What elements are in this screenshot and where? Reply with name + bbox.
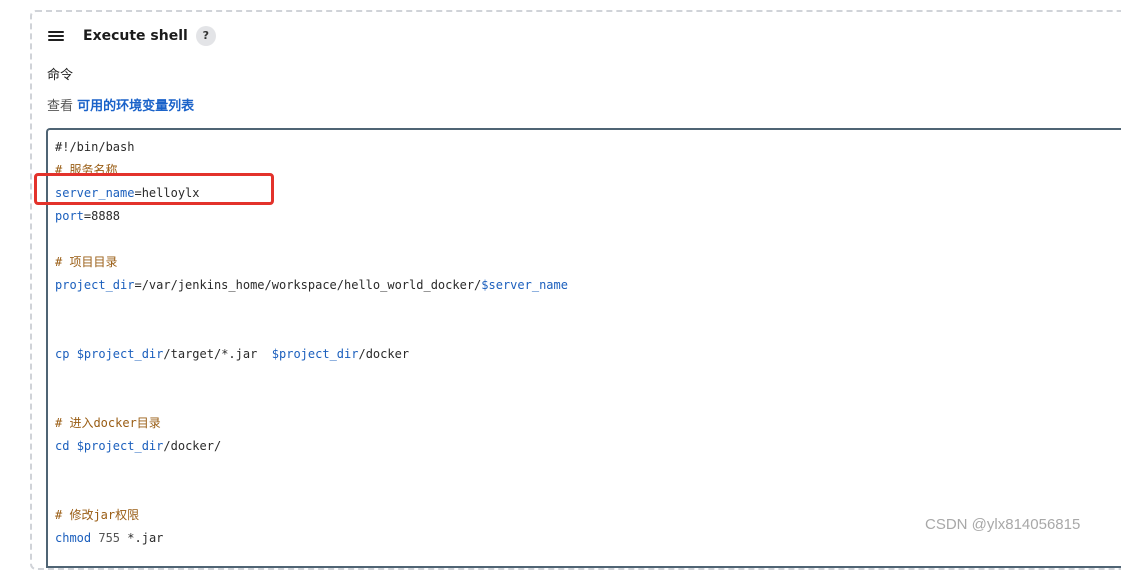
highlight-box	[34, 173, 274, 205]
code-line: # 修改jar权限	[55, 507, 568, 530]
code-token: port	[55, 209, 84, 223]
env-vars-link[interactable]: 可用的环境变量列表	[77, 99, 194, 114]
code-token: =/var/jenkins_home/workspace/hello_world…	[134, 278, 482, 292]
code-token: /target/*.jar	[163, 347, 272, 361]
code-token: project_dir	[55, 278, 135, 292]
env-vars-row: 查看 可用的环境变量列表	[47, 95, 194, 114]
code-token: #!/bin/bash	[55, 140, 135, 154]
code-token: $project_dir	[76, 347, 164, 361]
code-token: $project_dir	[76, 439, 164, 453]
code-line: chmod 755 *.jar	[55, 530, 568, 553]
env-vars-prefix: 查看	[47, 99, 74, 114]
code-token: chmod	[55, 531, 99, 545]
code-token: $server_name	[481, 278, 568, 292]
code-token: # 项目目录	[55, 255, 118, 269]
code-line: port=8888	[55, 208, 568, 231]
code-line: #!/bin/bash	[55, 139, 568, 162]
drag-handle-icon[interactable]	[48, 30, 64, 42]
step-header: Execute shell ?	[48, 24, 216, 48]
command-label: 命令	[47, 68, 74, 83]
code-token: 755	[98, 531, 121, 545]
code-line: cd $project_dir/docker/	[55, 438, 568, 461]
code-token: # 进入docker目录	[55, 416, 161, 430]
watermark: CSDN @ylx814056815	[925, 516, 1081, 533]
code-token: cd	[55, 439, 77, 453]
code-line: # 项目目录	[55, 254, 568, 277]
step-title: Execute shell	[83, 28, 188, 44]
code-line: project_dir=/var/jenkins_home/workspace/…	[55, 277, 568, 300]
code-token: /docker	[358, 347, 410, 361]
code-line: cp $project_dir/target/*.jar $project_di…	[55, 346, 568, 369]
code-token: # 修改jar权限	[55, 508, 140, 522]
code-token: /docker/	[163, 439, 222, 453]
code-token: cp	[55, 347, 77, 361]
code-line: # 进入docker目录	[55, 415, 568, 438]
code-token: =8888	[83, 209, 121, 223]
help-icon[interactable]: ?	[195, 26, 216, 46]
code-token: *.jar	[120, 531, 164, 545]
code-token: $project_dir	[271, 347, 359, 361]
